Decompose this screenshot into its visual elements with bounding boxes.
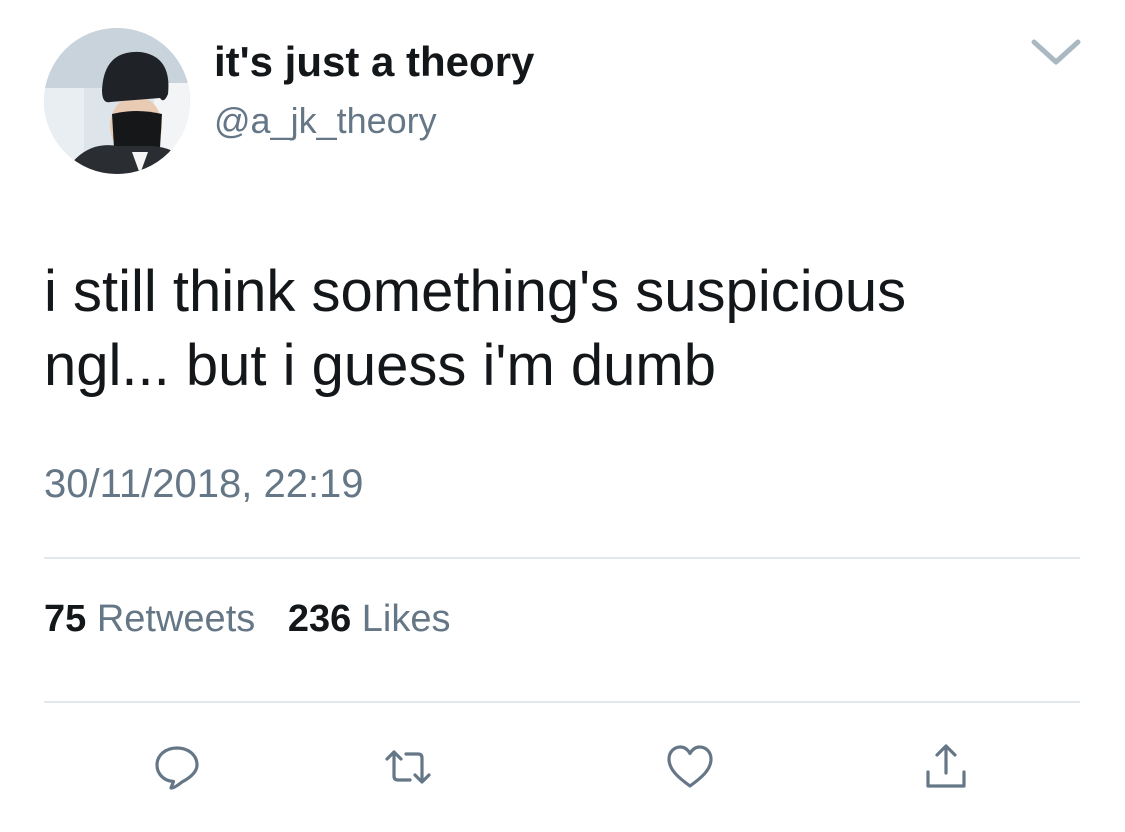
retweets-label: Retweets xyxy=(96,598,256,640)
tweet-text-line: i still think something's suspicious xyxy=(44,259,907,324)
heart-icon xyxy=(667,745,713,788)
author-handle[interactable]: @a_jk_theory xyxy=(214,100,437,142)
divider xyxy=(44,557,1080,559)
tweet-text: i still think something's suspicious ngl… xyxy=(44,255,1084,403)
likes-count: 236 xyxy=(287,598,352,640)
tweet-text-line: ngl... but i guess i'm dumb xyxy=(44,333,716,398)
chevron-down-icon[interactable] xyxy=(1030,34,1082,70)
likes-label: Likes xyxy=(361,598,451,640)
share-icon xyxy=(926,744,966,788)
reply-icon xyxy=(155,746,199,790)
retweets-count: 75 xyxy=(44,598,87,640)
retweet-button[interactable] xyxy=(383,742,433,792)
like-button[interactable] xyxy=(665,742,715,792)
tweet-stats: 75 Retweets 236 Likes xyxy=(44,598,473,641)
likes-stat[interactable]: 236 Likes xyxy=(288,598,451,641)
share-button[interactable] xyxy=(921,742,971,792)
tweet-timestamp[interactable]: 30/11/2018, 22:19 xyxy=(44,462,364,507)
divider xyxy=(44,701,1080,703)
retweet-icon xyxy=(385,750,431,784)
retweets-stat[interactable]: 75 Retweets xyxy=(44,598,255,641)
reply-button[interactable] xyxy=(152,742,202,792)
avatar[interactable] xyxy=(44,28,190,174)
author-display-name[interactable]: it's just a theory xyxy=(214,38,534,86)
avatar-image xyxy=(44,28,190,174)
